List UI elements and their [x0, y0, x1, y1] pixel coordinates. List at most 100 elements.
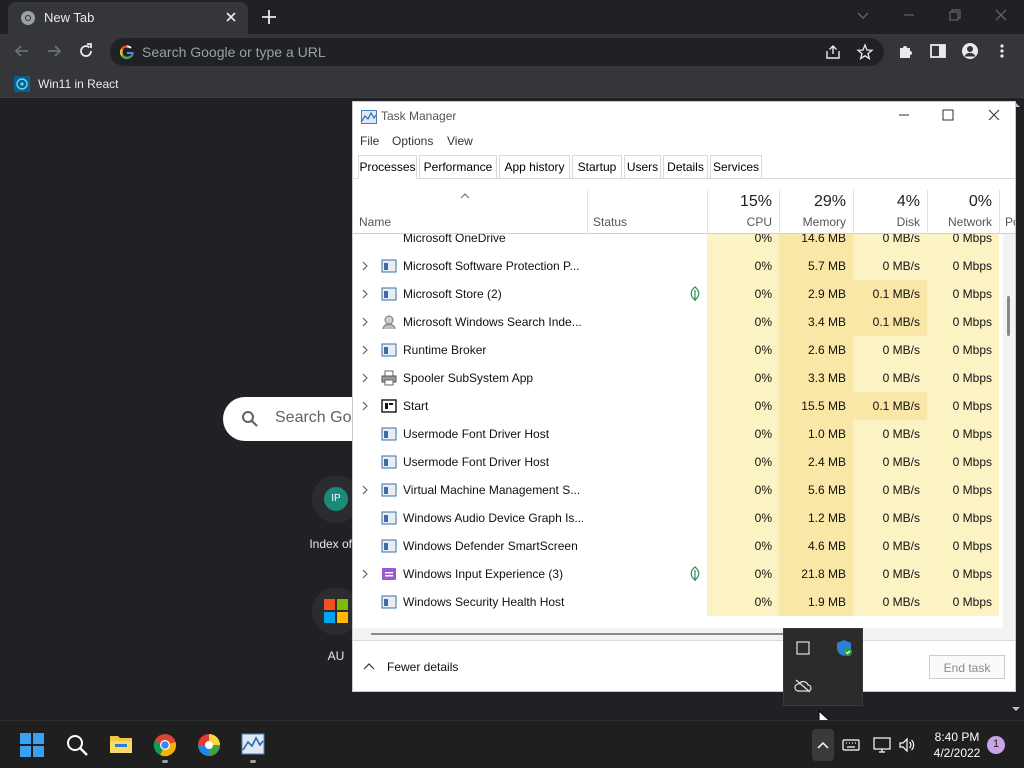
cpu-cell: 0% — [707, 392, 779, 420]
minimize-icon[interactable] — [902, 8, 916, 22]
end-task-button[interactable]: End task — [929, 655, 1005, 679]
color-wheel-app-icon[interactable] — [197, 733, 221, 757]
horizontal-scroll-thumb[interactable] — [371, 633, 791, 635]
tm-close-icon[interactable] — [987, 108, 1001, 122]
column-header-name[interactable]: Name — [359, 215, 391, 229]
expand-chevron-icon[interactable] — [361, 373, 369, 383]
process-list-vertical-scrollbar[interactable] — [1003, 234, 1015, 628]
share-icon[interactable] — [824, 43, 842, 61]
tab-close-icon[interactable] — [224, 10, 238, 24]
memory-cell: 2.9 MB — [779, 280, 853, 308]
table-row[interactable]: Windows Security Health Host 0% 1.9 MB 0… — [353, 588, 1003, 616]
table-row[interactable]: Microsoft OneDrive 0% 14.6 MB 0 MB/s 0 M… — [353, 234, 1003, 252]
task-manager-taskbar-icon[interactable] — [241, 733, 265, 755]
tray-app-window-icon[interactable] — [796, 641, 810, 655]
memory-cell: 1.9 MB — [779, 588, 853, 616]
table-row[interactable]: Usermode Font Driver Host 0% 1.0 MB 0 MB… — [353, 420, 1003, 448]
expand-chevron-icon[interactable] — [361, 261, 369, 271]
table-row[interactable]: Spooler SubSystem App 0% 3.3 MB 0 MB/s 0… — [353, 364, 1003, 392]
tab-details[interactable]: Details — [663, 155, 708, 179]
table-row[interactable]: Usermode Font Driver Host 0% 2.4 MB 0 MB… — [353, 448, 1003, 476]
menu-view[interactable]: View — [447, 134, 473, 148]
table-row[interactable]: Windows Defender SmartScreen 0% 4.6 MB 0… — [353, 532, 1003, 560]
keyboard-icon[interactable] — [842, 738, 860, 752]
expand-chevron-icon[interactable] — [361, 485, 369, 495]
close-window-icon[interactable] — [994, 8, 1008, 22]
table-row[interactable]: Windows Input Experience (3) 0% 21.8 MB … — [353, 560, 1003, 588]
table-row[interactable]: Microsoft Windows Search Inde... 0% 3.4 … — [353, 308, 1003, 336]
tab-users[interactable]: Users — [624, 155, 661, 179]
file-explorer-icon[interactable] — [109, 733, 133, 755]
tab-processes[interactable]: Processes — [358, 155, 417, 179]
tab-services[interactable]: Services — [710, 155, 762, 179]
tm-maximize-icon[interactable] — [941, 108, 955, 122]
bookmark-win11-in-react[interactable]: Win11 in React — [38, 77, 118, 91]
menu-file[interactable]: File — [360, 134, 379, 148]
tab-performance[interactable]: Performance — [419, 155, 497, 179]
sort-ascending-icon[interactable] — [459, 192, 471, 200]
omnibox[interactable]: Search Google or type a URL — [110, 38, 884, 66]
column-header-disk[interactable]: 4% Disk — [853, 190, 927, 234]
table-row[interactable]: Microsoft Software Protection P... 0% 5.… — [353, 252, 1003, 280]
disk-cell: 0.1 MB/s — [853, 308, 927, 336]
table-row[interactable]: Microsoft Store (2) 0% 2.9 MB 0.1 MB/s 0… — [353, 280, 1003, 308]
disk-cell: 0 MB/s — [853, 476, 927, 504]
expand-chevron-icon[interactable] — [361, 345, 369, 355]
side-panel-icon[interactable] — [929, 42, 947, 60]
tab-startup[interactable]: Startup — [572, 155, 622, 179]
table-row[interactable]: Runtime Broker 0% 2.6 MB 0 MB/s 0 Mbps — [353, 336, 1003, 364]
network-label: Network — [947, 215, 992, 229]
bookmarks-bar: Win11 in React — [0, 70, 1024, 98]
vertical-scroll-thumb[interactable] — [1007, 296, 1010, 336]
taskbar-clock[interactable]: 8:40 PM 4/2/2022 — [926, 729, 988, 761]
notification-badge[interactable]: 1 — [987, 736, 1005, 754]
network-icon[interactable] — [873, 737, 891, 753]
tab-search-chevron-icon[interactable] — [856, 8, 870, 22]
table-row[interactable]: Virtual Machine Management S... 0% 5.6 M… — [353, 476, 1003, 504]
profile-avatar-icon[interactable] — [961, 42, 979, 60]
expand-chevron-icon[interactable] — [361, 317, 369, 327]
expand-chevron-icon[interactable] — [361, 569, 369, 579]
table-row[interactable]: Windows Audio Device Graph Is... 0% 1.2 … — [353, 504, 1003, 532]
expand-chevron-icon[interactable] — [361, 401, 369, 411]
start-app-icon — [381, 398, 397, 414]
taskbar-search-icon[interactable] — [65, 733, 89, 757]
menu-options[interactable]: Options — [392, 134, 433, 148]
new-tab-plus-icon[interactable] — [260, 8, 278, 26]
chrome-taskbar-icon[interactable] — [153, 733, 177, 757]
browser-toolbar: Search Google or type a URL — [0, 34, 1024, 70]
tab-app-history[interactable]: App history — [499, 155, 570, 179]
extensions-puzzle-icon[interactable] — [897, 42, 915, 60]
column-header-power[interactable]: Po — [999, 190, 1015, 234]
expand-chevron-icon[interactable] — [361, 289, 369, 299]
back-arrow-icon[interactable] — [13, 42, 31, 60]
task-manager-footer: Fewer details End task — [353, 640, 1015, 691]
onedrive-offline-cloud-icon[interactable] — [794, 679, 812, 693]
cpu-cell: 0% — [707, 252, 779, 280]
windows-security-shield-icon[interactable] — [835, 639, 853, 657]
process-window-icon — [381, 454, 397, 470]
memory-cell: 2.6 MB — [779, 336, 853, 364]
table-row[interactable]: Start 0% 15.5 MB 0.1 MB/s 0 Mbps — [353, 392, 1003, 420]
cpu-cell: 0% — [707, 560, 779, 588]
taskbar: 8:40 PM 4/2/2022 1 — [0, 720, 1024, 768]
forward-arrow-icon[interactable] — [45, 42, 63, 60]
column-header-cpu[interactable]: 15% CPU — [707, 190, 779, 234]
tab-new-tab[interactable]: New Tab — [8, 2, 248, 34]
restore-icon[interactable] — [948, 8, 962, 22]
column-header-memory[interactable]: 29% Memory — [779, 190, 853, 234]
more-vert-icon[interactable] — [995, 42, 1009, 60]
task-manager-titlebar[interactable]: Task Manager — [353, 102, 1015, 130]
column-header-network[interactable]: 0% Network — [927, 190, 999, 234]
show-hidden-icons-button[interactable] — [812, 729, 834, 761]
process-list-horizontal-scrollbar[interactable] — [353, 628, 1015, 640]
tm-minimize-icon[interactable] — [897, 108, 911, 122]
cpu-cell: 0% — [707, 280, 779, 308]
reload-icon[interactable] — [77, 42, 95, 60]
bookmark-star-icon[interactable] — [856, 43, 874, 61]
start-button-icon[interactable] — [20, 733, 44, 757]
volume-icon[interactable] — [898, 737, 916, 753]
disk-cell: 0 MB/s — [853, 504, 927, 532]
process-window-icon — [381, 286, 397, 302]
network-cell: 0 Mbps — [927, 308, 999, 336]
